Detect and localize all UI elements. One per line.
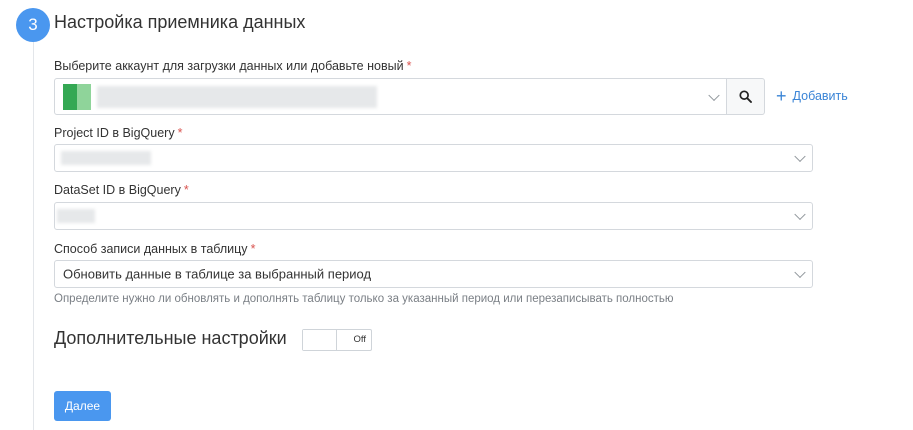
project-id-label: Project ID в BigQuery * bbox=[54, 126, 182, 140]
dataset-id-select[interactable] bbox=[54, 202, 813, 230]
chevron-down-icon bbox=[708, 89, 720, 101]
write-mode-hint: Определите нужно ли обновлять и дополнят… bbox=[54, 293, 674, 305]
write-mode-label-text: Способ записи данных в таблицу bbox=[54, 242, 248, 256]
project-id-select[interactable] bbox=[54, 144, 813, 172]
account-label-text: Выберите аккаунт для загрузки данных или… bbox=[54, 59, 404, 73]
account-logo-light bbox=[77, 83, 91, 110]
advanced-settings-toggle[interactable]: Off bbox=[302, 329, 372, 351]
account-logo-dark bbox=[63, 83, 77, 110]
project-id-redacted bbox=[61, 151, 151, 165]
account-search-button[interactable] bbox=[727, 78, 765, 115]
required-mark: * bbox=[183, 183, 189, 197]
dataset-id-label-text: DataSet ID в BigQuery bbox=[54, 183, 181, 197]
required-mark: * bbox=[406, 59, 412, 73]
toggle-state-label: Off bbox=[353, 334, 367, 345]
account-logo-icon bbox=[63, 83, 91, 110]
search-icon bbox=[739, 90, 752, 103]
chevron-down-icon bbox=[794, 150, 806, 163]
advanced-settings-title: Дополнительные настройки bbox=[54, 328, 287, 348]
next-button[interactable]: Далее bbox=[54, 391, 111, 421]
toggle-knob bbox=[303, 330, 337, 350]
write-mode-label: Способ записи данных в таблицу * bbox=[54, 242, 255, 256]
write-mode-selected-value: Обновить данные в таблице за выбранный п… bbox=[63, 266, 372, 282]
dataset-id-label: DataSet ID в BigQuery * bbox=[54, 183, 189, 197]
plus-icon: + bbox=[776, 86, 787, 106]
account-label: Выберите аккаунт для загрузки данных или… bbox=[54, 59, 411, 73]
add-account-label: Добавить bbox=[792, 89, 848, 103]
step-number-badge: 3 bbox=[16, 8, 50, 42]
account-name-redacted bbox=[97, 85, 377, 108]
account-select[interactable] bbox=[54, 78, 727, 115]
project-id-label-text: Project ID в BigQuery bbox=[54, 126, 175, 140]
chevron-down-icon bbox=[794, 208, 806, 221]
dataset-id-redacted bbox=[57, 209, 95, 223]
chevron-down-icon bbox=[794, 266, 806, 279]
section-title: Настройка приемника данных bbox=[54, 12, 306, 32]
required-mark: * bbox=[250, 242, 256, 256]
step-timeline-line bbox=[33, 36, 34, 430]
add-account-link[interactable]: + Добавить bbox=[776, 86, 848, 106]
required-mark: * bbox=[177, 126, 183, 140]
write-mode-select[interactable]: Обновить данные в таблице за выбранный п… bbox=[54, 260, 813, 288]
